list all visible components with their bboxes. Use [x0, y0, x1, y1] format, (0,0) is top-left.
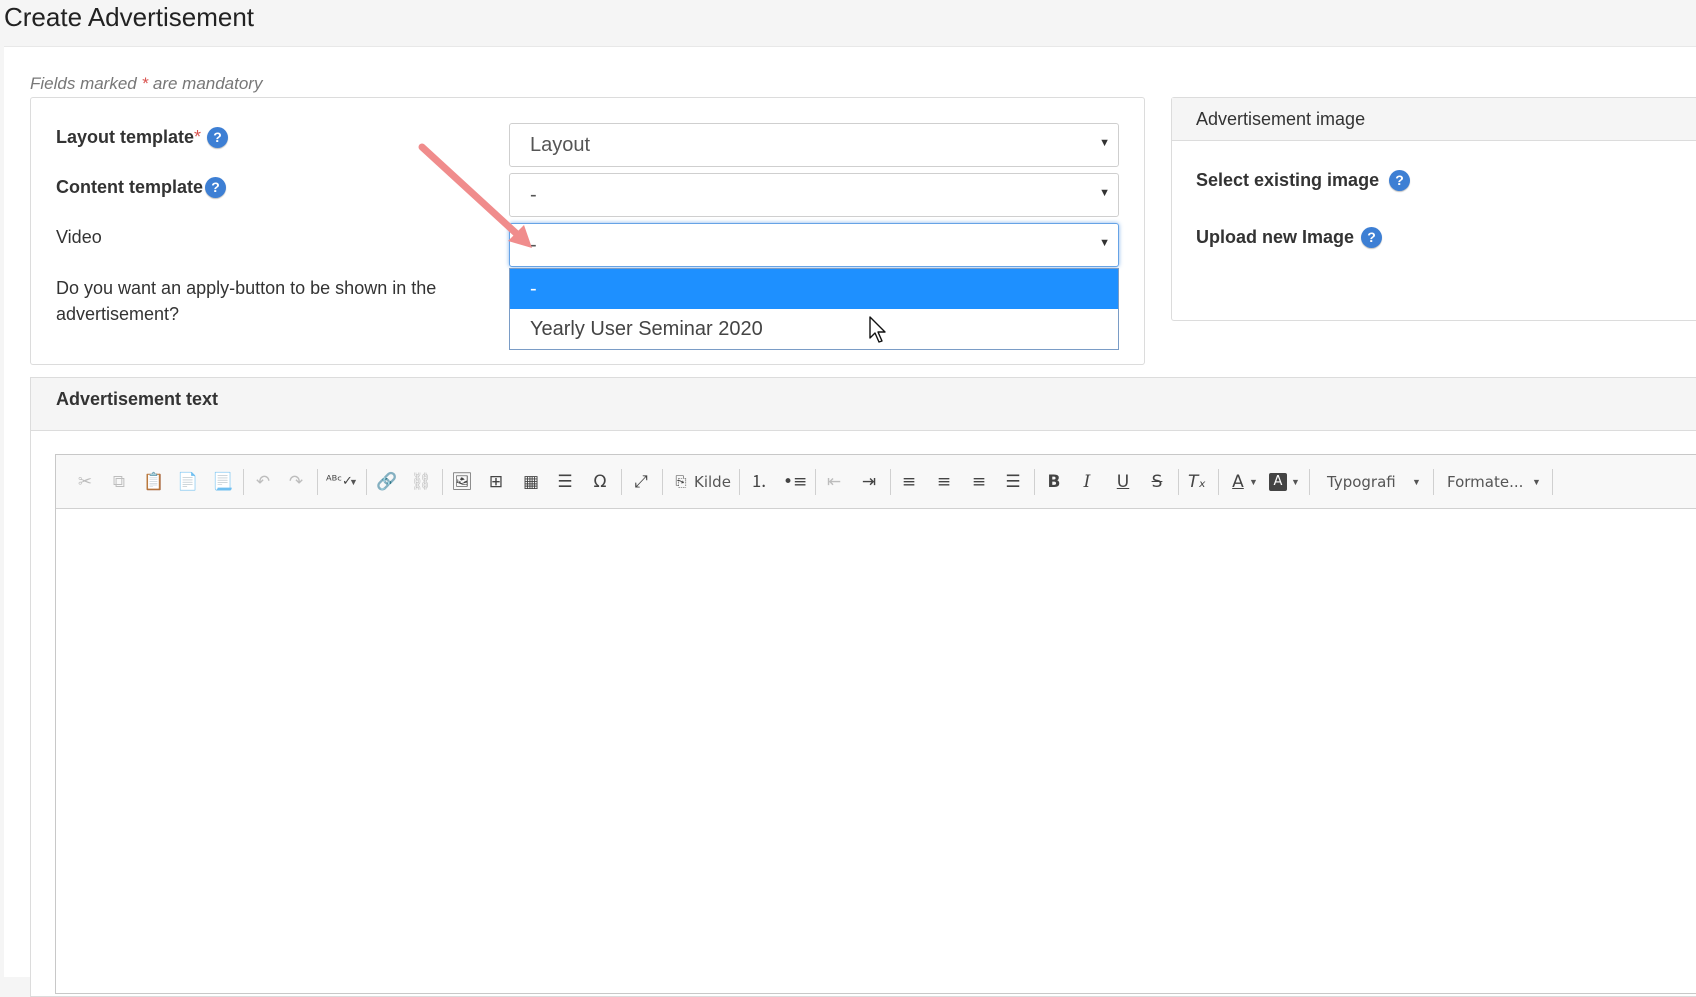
insert-image-icon[interactable]: ⊞ [485, 470, 507, 494]
bold-button[interactable]: B [1043, 470, 1065, 494]
layout-template-label-text: Layout template [56, 127, 195, 147]
video-dropdown-list: - Yearly User Seminar 2020 [509, 268, 1119, 350]
undo-icon[interactable]: ↶ [252, 470, 274, 494]
toolbar-separator [1433, 469, 1434, 495]
link-icon[interactable]: 🔗 [376, 470, 398, 494]
image-panel-header: Advertisement image [1172, 98, 1696, 141]
toolbar-separator [1178, 469, 1179, 495]
source-button[interactable]: Kilde [694, 470, 731, 494]
layout-template-label: Layout template* [56, 124, 201, 150]
chevron-down-icon: ▼ [1099, 187, 1110, 199]
chevron-down-icon[interactable]: ▼ [1532, 472, 1541, 492]
video-option-yearly-seminar[interactable]: Yearly User Seminar 2020 [510, 309, 1118, 349]
toolbar-separator [1034, 469, 1035, 495]
apply-question-line2: advertisement? [56, 304, 180, 324]
background-color-icon[interactable]: A [1269, 473, 1287, 491]
image-panel-title: Advertisement image [1196, 109, 1366, 129]
toolbar-separator [243, 469, 244, 495]
content-template-label: Content template [56, 177, 204, 197]
special-char-icon[interactable]: Ω [589, 470, 611, 494]
remove-format-icon[interactable]: Tₓ [1186, 470, 1208, 494]
mandatory-prefix: Fields marked [30, 74, 137, 93]
align-left-icon[interactable]: ≡ [898, 470, 920, 494]
option-label: Yearly User Seminar 2020 [530, 318, 763, 340]
arrow-shaft [418, 143, 522, 239]
toolbar-separator [366, 469, 367, 495]
rich-text-editor[interactable]: ✂ ⧉ 📋 📄 📃 ↶ ↷ ᴬᴮᶜ✓ ▼ 🔗 ⛓ 🖼 ⊞ ▦ ☰ Ω ⤢ ⎘ K… [55, 454, 1696, 994]
source-icon[interactable]: ⎘ [670, 470, 692, 494]
mandatory-suffix: are mandatory [152, 74, 263, 93]
toolbar-separator [1218, 469, 1219, 495]
align-justify-icon[interactable]: ☰ [1002, 470, 1024, 494]
numbered-list-icon[interactable]: ⒈ [748, 470, 770, 494]
video-label: Video [56, 227, 102, 247]
chevron-down-icon[interactable]: ▼ [349, 472, 358, 492]
strikethrough-button[interactable]: S [1146, 470, 1168, 494]
mouse-cursor-icon [869, 316, 886, 343]
chevron-down-icon: ▼ [1099, 137, 1110, 149]
question-circle-icon[interactable]: ? [207, 127, 228, 148]
page-title: Create Advertisement [4, 2, 255, 32]
typography-dropdown[interactable]: Typografi [1327, 470, 1396, 494]
required-mark: * [194, 127, 202, 147]
copy-icon[interactable]: ⧉ [108, 470, 130, 494]
chevron-down-icon[interactable]: ▼ [1412, 472, 1421, 492]
content-template-select[interactable]: - ▼ [509, 173, 1119, 217]
toolbar-separator [1309, 469, 1310, 495]
table-icon[interactable]: ▦ [520, 470, 542, 494]
toolbar-separator [739, 469, 740, 495]
paste-word-icon[interactable]: 📃 [212, 470, 234, 494]
toolbar-separator [621, 469, 622, 495]
maximize-icon[interactable]: ⤢ [630, 470, 652, 494]
toolbar-separator [1552, 469, 1553, 495]
italic-button[interactable]: I [1076, 470, 1098, 494]
text-panel-header: Advertisement text [31, 378, 1696, 431]
select-existing-image-label: Select existing image [1196, 170, 1380, 190]
paste-icon[interactable]: 📋 [143, 470, 165, 494]
align-center-icon[interactable]: ≡ [933, 470, 955, 494]
outdent-icon[interactable]: ⇤ [823, 470, 845, 494]
toolbar-separator [662, 469, 663, 495]
image-icon[interactable]: 🖼 [451, 470, 473, 494]
indent-icon[interactable]: ⇥ [858, 470, 880, 494]
text-panel-title: Advertisement text [56, 389, 219, 409]
cut-icon[interactable]: ✂ [74, 470, 96, 494]
chevron-down-icon: ▼ [1099, 237, 1110, 249]
option-label: - [530, 278, 537, 300]
paste-text-icon[interactable]: 📄 [177, 470, 199, 494]
format-dropdown[interactable]: Formate... [1447, 470, 1523, 494]
video-option-none[interactable]: - [510, 269, 1118, 309]
layout-template-select[interactable]: Layout ▼ [509, 123, 1119, 167]
editor-toolbar: ✂ ⧉ 📋 📄 📃 ↶ ↷ ᴬᴮᶜ✓ ▼ 🔗 ⛓ 🖼 ⊞ ▦ ☰ Ω ⤢ ⎘ K… [56, 455, 1696, 509]
bulleted-list-icon[interactable]: •≡ [783, 470, 807, 494]
chevron-down-icon[interactable]: ▼ [1249, 472, 1258, 492]
upload-new-image-label: Upload new Image [1196, 227, 1355, 247]
question-circle-icon[interactable]: ? [1361, 227, 1382, 248]
mandatory-note: Fields marked * are mandatory [30, 74, 262, 94]
toolbar-separator [815, 469, 816, 495]
toolbar-separator [442, 469, 443, 495]
mandatory-star: * [141, 74, 149, 93]
underline-button[interactable]: U [1112, 470, 1134, 494]
question-circle-icon[interactable]: ? [1389, 170, 1410, 191]
text-color-icon[interactable]: A [1227, 470, 1249, 494]
advertisement-image-panel: Advertisement image [1171, 97, 1696, 321]
unlink-icon[interactable]: ⛓ [410, 470, 432, 494]
video-select[interactable]: - ▼ [509, 223, 1119, 267]
toolbar-separator [890, 469, 891, 495]
redo-icon[interactable]: ↷ [285, 470, 307, 494]
horizontal-line-icon[interactable]: ☰ [554, 470, 576, 494]
chevron-down-icon[interactable]: ▼ [1291, 472, 1300, 492]
toolbar-separator [317, 469, 318, 495]
align-right-icon[interactable]: ≡ [968, 470, 990, 494]
apply-button-question: Do you want an apply-button to be shown … [56, 275, 436, 327]
apply-question-line1: Do you want an apply-button to be shown … [56, 278, 437, 298]
annotation-arrow [418, 143, 532, 248]
question-circle-icon[interactable]: ? [205, 177, 226, 198]
